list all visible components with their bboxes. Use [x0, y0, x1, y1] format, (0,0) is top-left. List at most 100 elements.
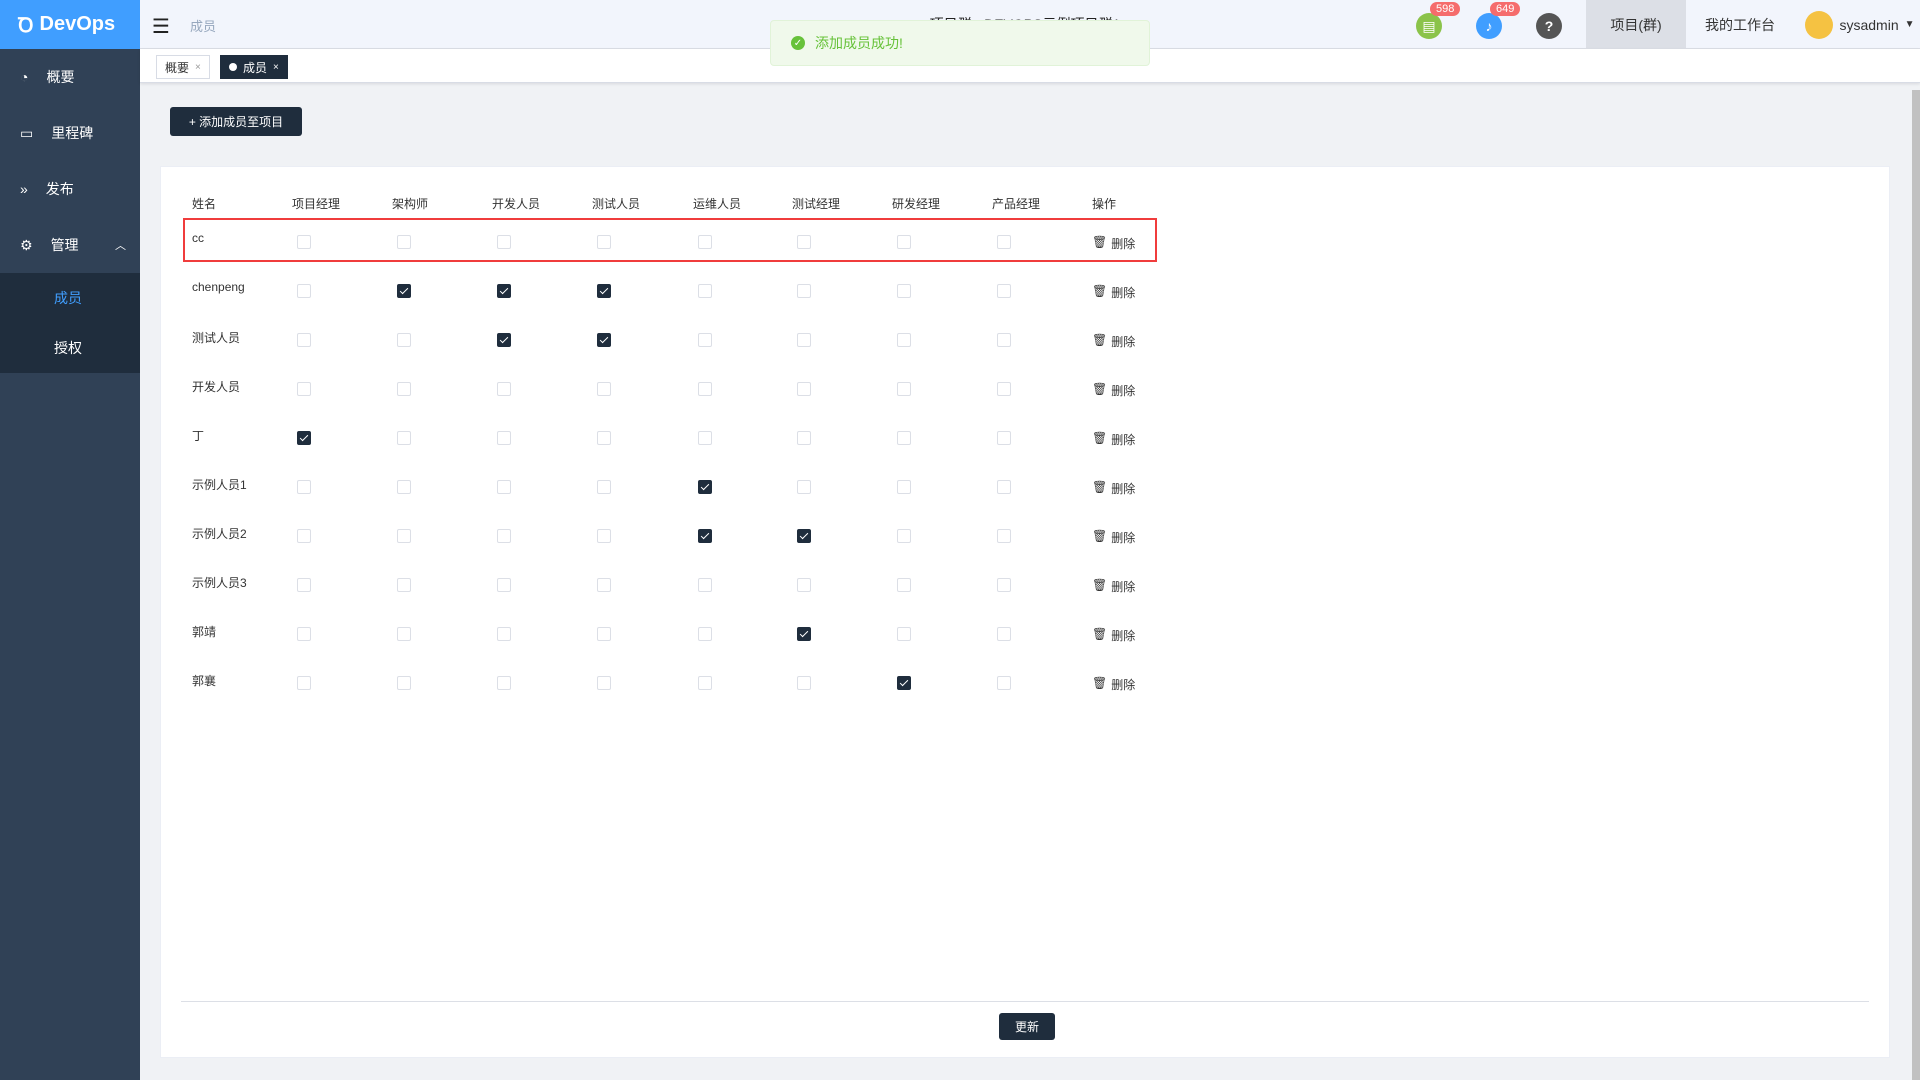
- role-checkbox-产品经理[interactable]: [997, 676, 1011, 690]
- role-checkbox-测试人员[interactable]: [597, 382, 611, 396]
- role-checkbox-测试人员[interactable]: [597, 627, 611, 641]
- update-button[interactable]: 更新: [999, 1013, 1055, 1040]
- role-checkbox-测试人员[interactable]: [597, 578, 611, 592]
- role-checkbox-架构师[interactable]: [397, 235, 411, 249]
- delete-button[interactable]: 🗑 删除: [1092, 284, 1135, 301]
- role-checkbox-测试经理[interactable]: [797, 578, 811, 592]
- role-checkbox-架构师[interactable]: [397, 333, 411, 347]
- role-checkbox-测试经理[interactable]: [797, 382, 811, 396]
- role-checkbox-产品经理[interactable]: [997, 480, 1011, 494]
- logo[interactable]: Ꝺ DevOps: [0, 0, 140, 49]
- notifications-button[interactable]: ♪ 649: [1476, 2, 1521, 39]
- role-checkbox-产品经理[interactable]: [997, 529, 1011, 543]
- role-checkbox-产品经理[interactable]: [997, 382, 1011, 396]
- role-checkbox-产品经理[interactable]: [997, 578, 1011, 592]
- role-checkbox-项目经理[interactable]: [297, 676, 311, 690]
- role-checkbox-项目经理[interactable]: [297, 333, 311, 347]
- role-checkbox-研发经理[interactable]: [897, 627, 911, 641]
- role-checkbox-产品经理[interactable]: [997, 333, 1011, 347]
- role-checkbox-测试经理[interactable]: [797, 235, 811, 249]
- sidebar-item-members[interactable]: 成员: [0, 273, 140, 323]
- role-checkbox-运维人员[interactable]: [698, 480, 712, 494]
- role-checkbox-产品经理[interactable]: [997, 627, 1011, 641]
- role-checkbox-开发人员[interactable]: [497, 627, 511, 641]
- close-icon[interactable]: ×: [195, 62, 201, 73]
- delete-button[interactable]: 🗑 删除: [1092, 529, 1135, 546]
- hamburger-icon[interactable]: ☰: [152, 14, 170, 39]
- nav-my-workbench[interactable]: 我的工作台: [1686, 0, 1794, 49]
- sidebar-item-release[interactable]: » 发布: [0, 161, 140, 217]
- role-checkbox-测试经理[interactable]: [797, 676, 811, 690]
- role-checkbox-研发经理[interactable]: [897, 382, 911, 396]
- delete-button[interactable]: 🗑 删除: [1092, 333, 1135, 350]
- role-checkbox-研发经理[interactable]: [897, 431, 911, 445]
- role-checkbox-架构师[interactable]: [397, 382, 411, 396]
- role-checkbox-项目经理[interactable]: [297, 480, 311, 494]
- role-checkbox-项目经理[interactable]: [297, 431, 311, 445]
- role-checkbox-架构师[interactable]: [397, 578, 411, 592]
- role-checkbox-架构师[interactable]: [397, 480, 411, 494]
- role-checkbox-研发经理[interactable]: [897, 529, 911, 543]
- role-checkbox-运维人员[interactable]: [698, 333, 712, 347]
- role-checkbox-运维人员[interactable]: [698, 627, 712, 641]
- role-checkbox-运维人员[interactable]: [698, 284, 712, 298]
- sidebar-item-authorization[interactable]: 授权: [0, 323, 140, 373]
- role-checkbox-开发人员[interactable]: [497, 480, 511, 494]
- delete-button[interactable]: 🗑 删除: [1092, 480, 1135, 497]
- role-checkbox-研发经理[interactable]: [897, 480, 911, 494]
- role-checkbox-研发经理[interactable]: [897, 578, 911, 592]
- role-checkbox-项目经理[interactable]: [297, 529, 311, 543]
- role-checkbox-架构师[interactable]: [397, 284, 411, 298]
- add-member-button[interactable]: + 添加成员至项目: [170, 107, 302, 136]
- role-checkbox-测试经理[interactable]: [797, 480, 811, 494]
- role-checkbox-架构师[interactable]: [397, 529, 411, 543]
- role-checkbox-开发人员[interactable]: [497, 431, 511, 445]
- role-checkbox-测试经理[interactable]: [797, 529, 811, 543]
- delete-button[interactable]: 🗑 删除: [1092, 235, 1135, 252]
- role-checkbox-研发经理[interactable]: [897, 676, 911, 690]
- tasks-button[interactable]: ▤ 598: [1416, 2, 1461, 39]
- role-checkbox-研发经理[interactable]: [897, 235, 911, 249]
- delete-button[interactable]: 🗑 删除: [1092, 382, 1135, 399]
- role-checkbox-项目经理[interactable]: [297, 235, 311, 249]
- role-checkbox-运维人员[interactable]: [698, 676, 712, 690]
- role-checkbox-测试人员[interactable]: [597, 676, 611, 690]
- role-checkbox-开发人员[interactable]: [497, 382, 511, 396]
- role-checkbox-测试人员[interactable]: [597, 284, 611, 298]
- role-checkbox-测试经理[interactable]: [797, 333, 811, 347]
- role-checkbox-项目经理[interactable]: [297, 382, 311, 396]
- role-checkbox-架构师[interactable]: [397, 627, 411, 641]
- role-checkbox-运维人员[interactable]: [698, 529, 712, 543]
- role-checkbox-产品经理[interactable]: [997, 431, 1011, 445]
- role-checkbox-测试人员[interactable]: [597, 431, 611, 445]
- sidebar-item-milestone[interactable]: ▭ 里程碑: [0, 105, 140, 161]
- role-checkbox-测试人员[interactable]: [597, 529, 611, 543]
- role-checkbox-研发经理[interactable]: [897, 333, 911, 347]
- delete-button[interactable]: 🗑 删除: [1092, 578, 1135, 595]
- delete-button[interactable]: 🗑 删除: [1092, 676, 1135, 693]
- delete-button[interactable]: 🗑 删除: [1092, 431, 1135, 448]
- role-checkbox-测试经理[interactable]: [797, 284, 811, 298]
- role-checkbox-架构师[interactable]: [397, 676, 411, 690]
- role-checkbox-项目经理[interactable]: [297, 627, 311, 641]
- role-checkbox-测试经理[interactable]: [797, 627, 811, 641]
- role-checkbox-测试人员[interactable]: [597, 235, 611, 249]
- role-checkbox-测试人员[interactable]: [597, 333, 611, 347]
- role-checkbox-产品经理[interactable]: [997, 235, 1011, 249]
- close-icon[interactable]: ×: [273, 62, 279, 73]
- role-checkbox-开发人员[interactable]: [497, 235, 511, 249]
- scrollbar[interactable]: [1912, 90, 1920, 1080]
- tab-overview[interactable]: 概要 ×: [156, 55, 210, 79]
- sidebar-item-overview[interactable]: ◔ 概要: [0, 49, 140, 105]
- role-checkbox-运维人员[interactable]: [698, 235, 712, 249]
- role-checkbox-运维人员[interactable]: [698, 431, 712, 445]
- delete-button[interactable]: 🗑 删除: [1092, 627, 1135, 644]
- tab-members[interactable]: 成员 ×: [220, 55, 288, 79]
- role-checkbox-项目经理[interactable]: [297, 284, 311, 298]
- role-checkbox-测试经理[interactable]: [797, 431, 811, 445]
- role-checkbox-产品经理[interactable]: [997, 284, 1011, 298]
- role-checkbox-开发人员[interactable]: [497, 529, 511, 543]
- role-checkbox-开发人员[interactable]: [497, 333, 511, 347]
- role-checkbox-开发人员[interactable]: [497, 676, 511, 690]
- role-checkbox-研发经理[interactable]: [897, 284, 911, 298]
